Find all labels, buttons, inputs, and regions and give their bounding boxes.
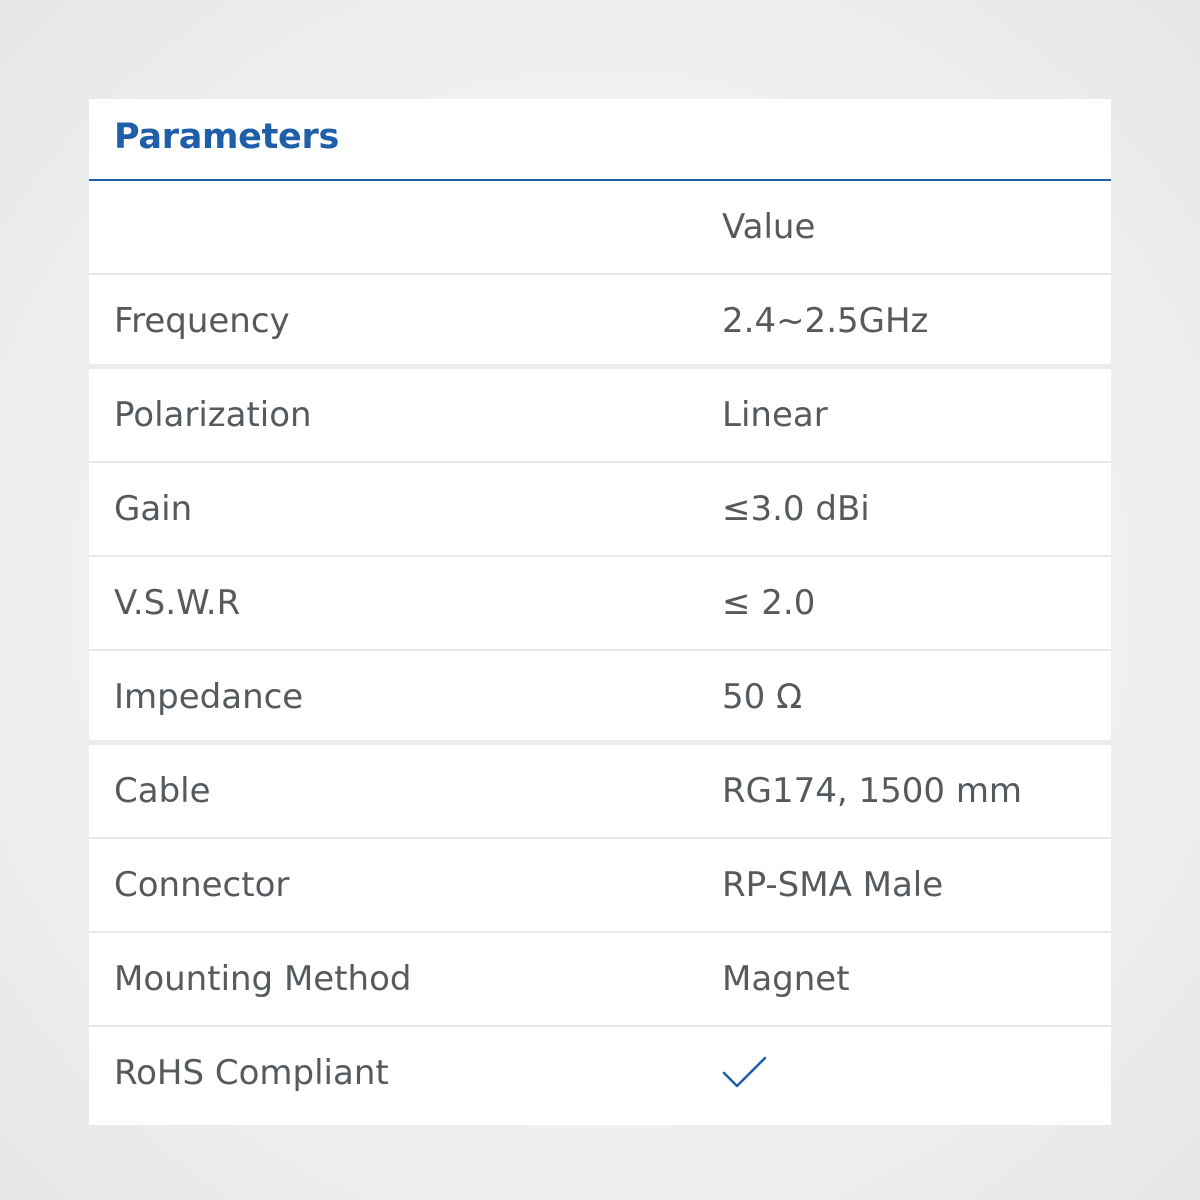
param-value: RP-SMA Male <box>722 865 944 905</box>
table-row-vswr: V.S.W.R ≤ 2.0 <box>89 557 1111 651</box>
param-name: V.S.W.R <box>114 583 241 623</box>
param-name: Gain <box>114 489 193 529</box>
parameters-card: Parameters Value Frequency 2.4~2.5GHz Po… <box>89 99 1111 1125</box>
table-row-cable: Cable RG174, 1500 mm <box>89 745 1111 839</box>
param-name: Frequency <box>114 301 290 341</box>
param-name: Connector <box>114 865 290 905</box>
card-header: Parameters <box>89 99 1111 181</box>
header-value-cell: Value <box>722 207 816 247</box>
table-row-rohs-compliant: RoHS Compliant <box>89 1027 1111 1121</box>
table-row-connector: Connector RP-SMA Male <box>89 839 1111 933</box>
table-header-row: Value <box>89 181 1111 275</box>
table-row-polarization: Polarization Linear <box>89 369 1111 463</box>
param-value: Magnet <box>722 959 850 999</box>
parameters-table: Value Frequency 2.4~2.5GHz Polarization … <box>89 181 1111 1121</box>
card-title: Parameters <box>114 117 339 157</box>
param-value: ≤ 2.0 <box>722 583 816 623</box>
param-name: Cable <box>114 771 211 811</box>
table-row-impedance: Impedance 50 Ω <box>89 651 1111 745</box>
checkmark-icon <box>722 1056 767 1088</box>
param-value: ≤3.0 dBi <box>722 489 870 529</box>
table-row-gain: Gain ≤3.0 dBi <box>89 463 1111 557</box>
param-value: 2.4~2.5GHz <box>722 301 929 341</box>
table-row-frequency: Frequency 2.4~2.5GHz <box>89 275 1111 369</box>
param-value: RG174, 1500 mm <box>722 771 1023 811</box>
table-row-mounting-method: Mounting Method Magnet <box>89 933 1111 1027</box>
param-name: RoHS Compliant <box>114 1053 389 1093</box>
param-name: Mounting Method <box>114 959 412 999</box>
param-value: 50 Ω <box>722 677 803 717</box>
param-name: Impedance <box>114 677 304 717</box>
param-value: Linear <box>722 395 828 435</box>
param-name: Polarization <box>114 395 312 435</box>
